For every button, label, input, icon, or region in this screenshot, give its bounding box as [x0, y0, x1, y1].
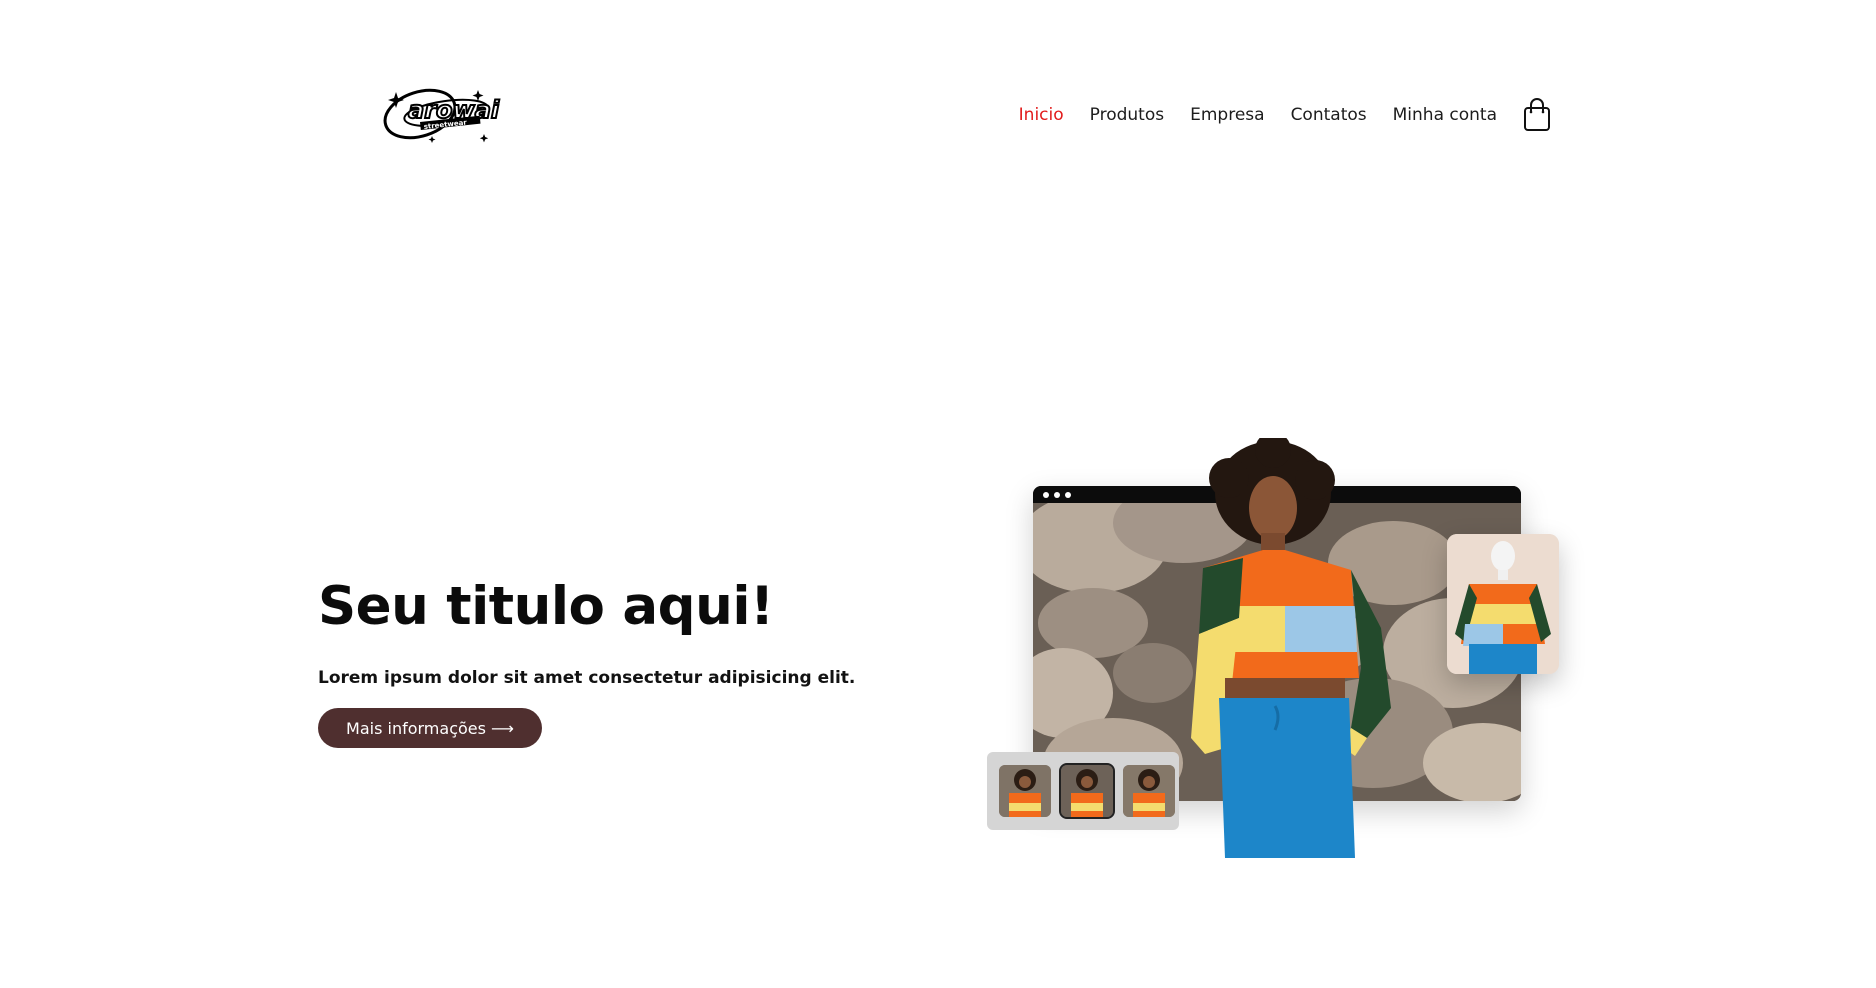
window-dot-icon: [1065, 491, 1071, 498]
hero-title: Seu titulo aqui!: [318, 576, 774, 637]
more-info-button[interactable]: Mais informações ⟶: [318, 708, 542, 748]
main-nav: Inicio Produtos Empresa Contatos Minha c…: [1019, 98, 1551, 132]
window-dot-icon: [1043, 491, 1049, 498]
nav-item-minha-conta[interactable]: Minha conta: [1393, 105, 1497, 125]
model-thumbnail-image: [999, 765, 1051, 817]
hero-illustration: [985, 438, 1565, 858]
thumbnail-1[interactable]: [999, 765, 1051, 817]
nav-item-empresa[interactable]: Empresa: [1190, 105, 1264, 125]
brand-logo[interactable]: arowai streetwear: [380, 82, 502, 144]
model-photo-image: [1191, 438, 1391, 858]
model-thumbnail-image: [1061, 765, 1113, 817]
window-dot-icon: [1054, 491, 1060, 498]
shopping-bag-icon[interactable]: [1523, 98, 1551, 132]
product-card-image[interactable]: [1447, 534, 1559, 674]
thumbnail-2[interactable]: [1059, 763, 1115, 819]
thumbnail-strip: [987, 752, 1179, 830]
hero-subtitle: Lorem ipsum dolor sit amet consectetur a…: [318, 668, 856, 688]
nav-item-produtos[interactable]: Produtos: [1090, 105, 1164, 125]
mannequin-sweater-image: [1447, 534, 1559, 674]
nav-item-contatos[interactable]: Contatos: [1291, 105, 1367, 125]
nav-item-inicio[interactable]: Inicio: [1019, 105, 1064, 125]
